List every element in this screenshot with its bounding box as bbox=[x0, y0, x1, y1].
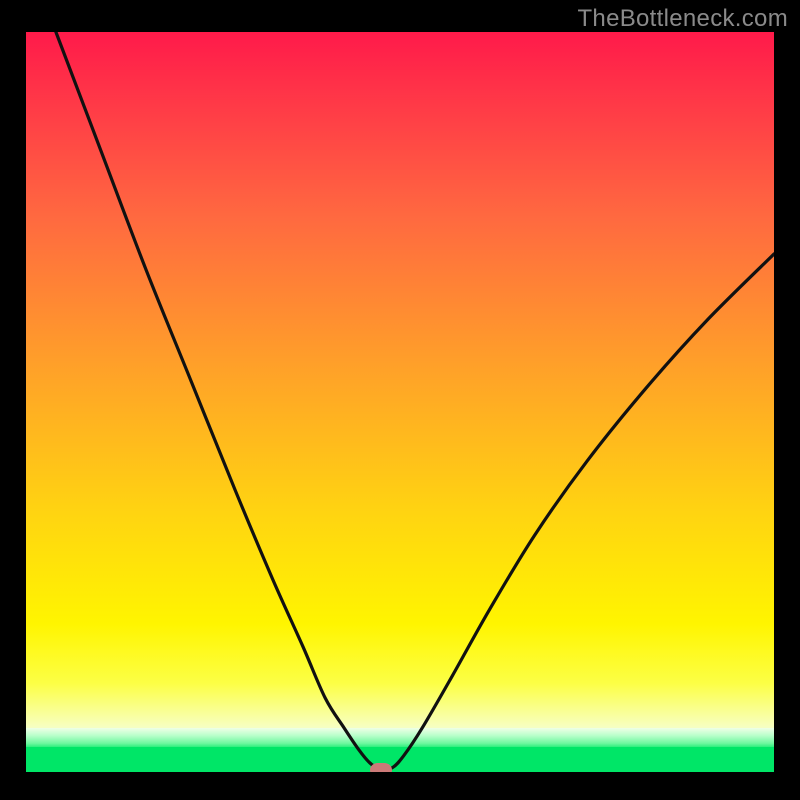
watermark-text: TheBottleneck.com bbox=[577, 5, 788, 33]
plot-area bbox=[26, 32, 774, 772]
chart-frame: TheBottleneck.com bbox=[0, 0, 800, 800]
curve-svg bbox=[26, 32, 774, 772]
optimum-marker bbox=[370, 763, 392, 772]
bottleneck-curve-path bbox=[56, 32, 774, 770]
